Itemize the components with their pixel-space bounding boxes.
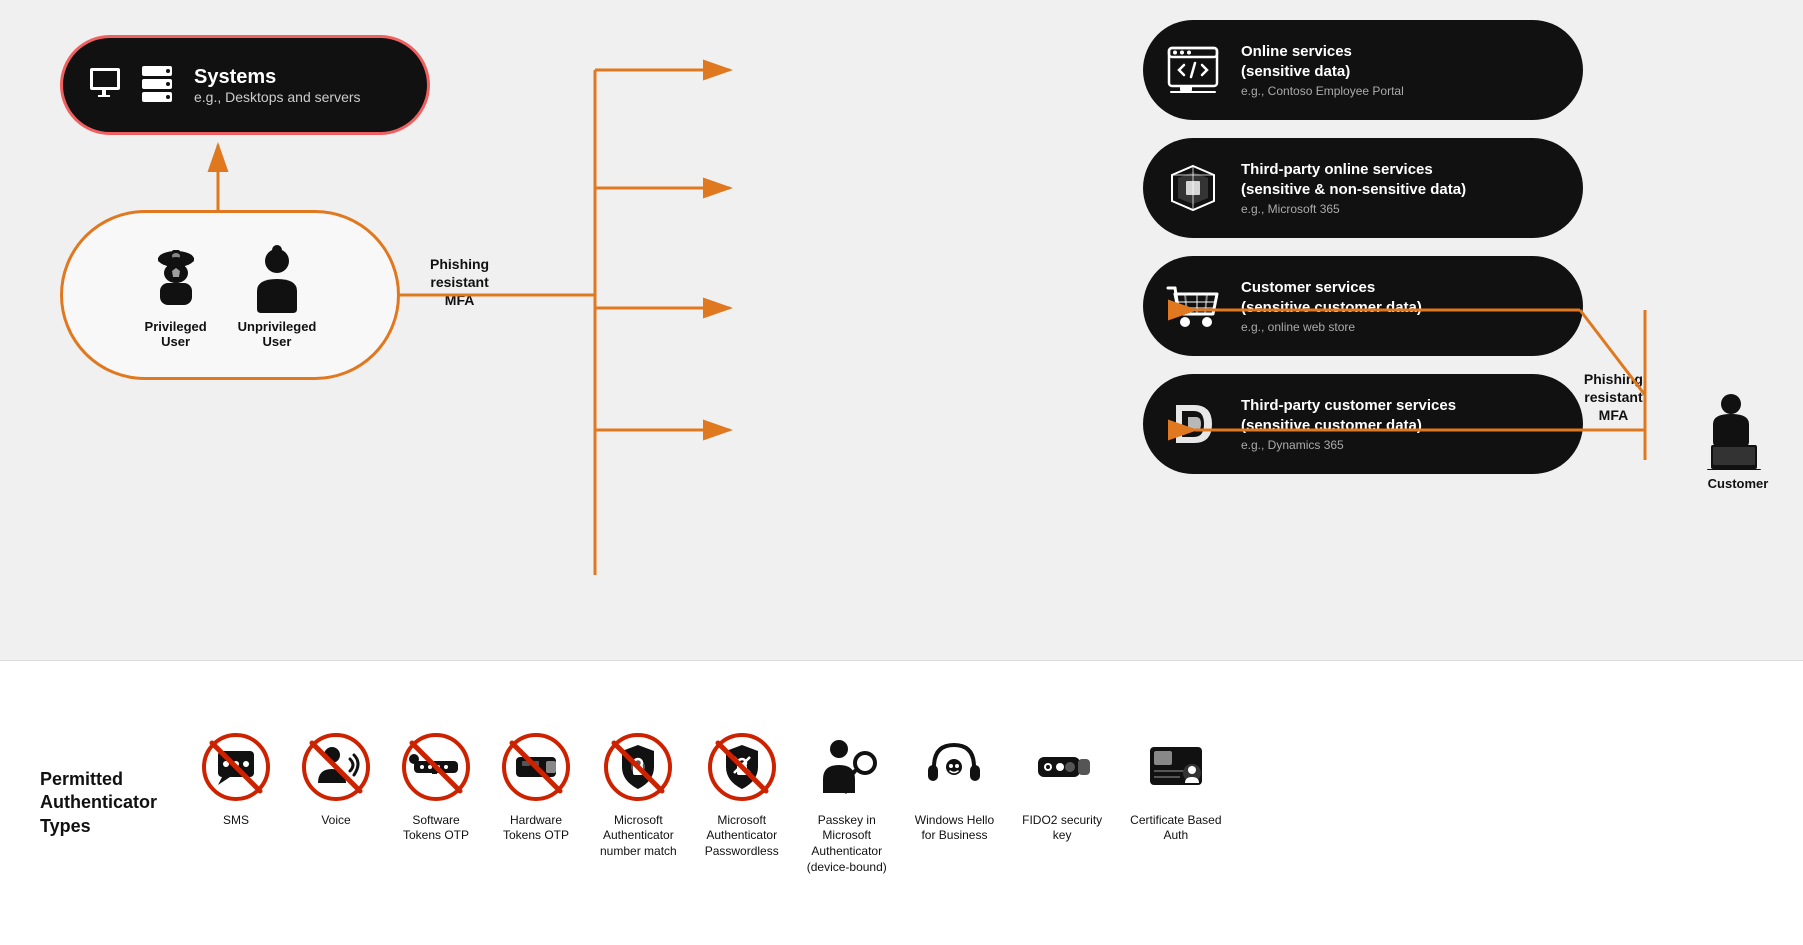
unprivileged-user-label: UnprivilegedUser (238, 319, 317, 349)
phishing-resistant-mfa-label-left: PhishingresistantMFA (430, 255, 489, 310)
auth-windows-hello-label: Windows Hellofor Business (915, 813, 994, 844)
auth-hardware-tokens-label: HardwareTokens OTP (503, 813, 569, 844)
services-column: Online services(sensitive data) e.g., Co… (1143, 20, 1583, 474)
windows-hello-icon (918, 731, 990, 803)
customer-service-title: Customer services(sensitive customer dat… (1241, 278, 1422, 317)
permitted-label: Permitted Authenticator Types (40, 768, 170, 838)
systems-title: Systems (194, 66, 361, 89)
service-online: Online services(sensitive data) e.g., Co… (1143, 20, 1583, 120)
passkey-icon (811, 731, 883, 803)
customer-figure: Customer (1703, 390, 1773, 491)
thirdparty-online-subtitle: e.g., Microsoft 365 (1241, 202, 1466, 216)
customer-service-text: Customer services(sensitive customer dat… (1241, 278, 1422, 334)
unprivileged-user-icon (245, 241, 309, 313)
auth-sms-label: SMS (223, 813, 249, 829)
auth-ms-passwordless: MicrosoftAuthenticatorPasswordless (705, 731, 779, 860)
auth-ms-number: MicrosoftAuthenticatornumber match (600, 731, 677, 860)
users-oval: PrivilegedUser UnprivilegedUser (60, 210, 400, 380)
service-thirdparty-online: Third-party online services(sensitive & … (1143, 138, 1583, 238)
service-thirdparty-customer: Third-party customer services(sensitive … (1143, 374, 1583, 474)
monitor-icon (88, 64, 130, 106)
software-tokens-prohibited-icon (400, 731, 472, 803)
online-service-subtitle: e.g., Contoso Employee Portal (1241, 84, 1404, 98)
auth-voice-label: Voice (321, 813, 350, 829)
privileged-user-label: PrivilegedUser (145, 319, 207, 349)
thirdparty-online-text: Third-party online services(sensitive & … (1241, 160, 1466, 216)
systems-box: Systems e.g., Desktops and servers (60, 35, 430, 135)
online-service-title: Online services(sensitive data) (1241, 42, 1404, 81)
privileged-user-icon (144, 241, 208, 313)
thirdparty-customer-icon (1163, 394, 1223, 454)
auth-hardware-tokens: HardwareTokens OTP (500, 731, 572, 844)
customer-service-icon (1163, 276, 1223, 336)
auth-software-tokens-label: SoftwareTokens OTP (403, 813, 469, 844)
cart-icon (1163, 276, 1223, 336)
cert-icon (1140, 731, 1212, 803)
fido2-icon (1026, 731, 1098, 803)
online-service-text: Online services(sensitive data) e.g., Co… (1241, 42, 1404, 98)
server-icon (140, 64, 176, 106)
systems-text: Systems e.g., Desktops and servers (194, 66, 361, 105)
office-icon (1166, 161, 1220, 215)
phishing-resistant-mfa-label-right: PhishingresistantMFA (1584, 370, 1643, 425)
auth-sms: SMS (200, 731, 272, 829)
auth-cert-label: Certificate BasedAuth (1130, 813, 1221, 844)
ms-passwordless-prohibited-icon (706, 731, 778, 803)
customer-icon (1703, 390, 1773, 470)
auth-ms-passwordless-label: MicrosoftAuthenticatorPasswordless (705, 813, 779, 860)
auth-ms-number-label: MicrosoftAuthenticatornumber match (600, 813, 677, 860)
service-customer: Customer services(sensitive customer dat… (1143, 256, 1583, 356)
auth-windows-hello: Windows Hellofor Business (915, 731, 994, 844)
thirdparty-online-title: Third-party online services(sensitive & … (1241, 160, 1466, 199)
authenticators-row: SMS Voice (200, 731, 1763, 875)
bottom-section: Permitted Authenticator Types (0, 660, 1803, 945)
thirdparty-customer-subtitle: e.g., Dynamics 365 (1241, 438, 1456, 452)
systems-icons (88, 64, 176, 106)
sms-prohibited-icon (200, 731, 272, 803)
systems-subtitle: e.g., Desktops and servers (194, 89, 361, 105)
online-service-icon (1163, 40, 1223, 100)
code-icon (1166, 43, 1220, 97)
privileged-user-item: PrivilegedUser (144, 241, 208, 349)
main-container: Systems e.g., Desktops and servers (0, 0, 1803, 945)
auth-software-tokens: SoftwareTokens OTP (400, 731, 472, 844)
auth-passkey-label: Passkey inMicrosoftAuthenticator(device-… (807, 813, 887, 875)
auth-voice: Voice (300, 731, 372, 829)
thirdparty-customer-text: Third-party customer services(sensitive … (1241, 396, 1456, 452)
auth-fido2: FIDO2 securitykey (1022, 731, 1102, 844)
auth-fido2-label: FIDO2 securitykey (1022, 813, 1102, 844)
auth-cert: Certificate BasedAuth (1130, 731, 1221, 844)
unprivileged-user-item: UnprivilegedUser (238, 241, 317, 349)
thirdparty-online-icon (1163, 158, 1223, 218)
voice-prohibited-icon (300, 731, 372, 803)
customer-service-subtitle: e.g., online web store (1241, 320, 1422, 334)
top-section: Systems e.g., Desktops and servers (0, 0, 1803, 660)
thirdparty-customer-title: Third-party customer services(sensitive … (1241, 396, 1456, 435)
hardware-tokens-prohibited-icon (500, 731, 572, 803)
dynamics-icon (1166, 397, 1220, 451)
auth-passkey: Passkey inMicrosoftAuthenticator(device-… (807, 731, 887, 875)
ms-number-prohibited-icon (602, 731, 674, 803)
customer-label: Customer (1708, 476, 1769, 491)
